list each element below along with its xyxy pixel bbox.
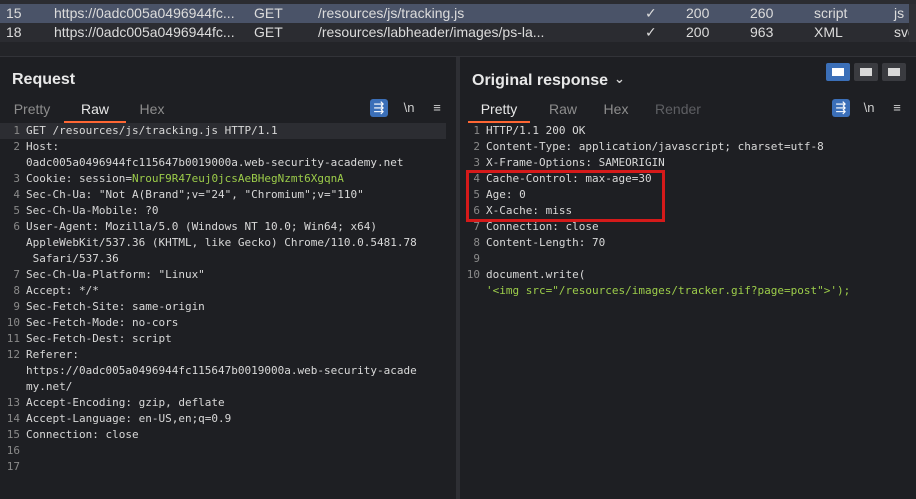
tab-raw[interactable]: Raw [538, 99, 588, 121]
response-title[interactable]: Original response ⌄ [472, 71, 625, 90]
chevron-down-icon[interactable]: ⌄ [614, 71, 625, 87]
tab-hex[interactable]: Hex [594, 99, 638, 121]
row-host: https://0adc005a0496944fc... [54, 5, 235, 21]
newline-toggle-button[interactable]: \n [400, 99, 418, 117]
tab-pretty[interactable]: Pretty [4, 99, 60, 121]
wrap-lines-icon[interactable]: ⇶ [370, 99, 388, 117]
response-pane: Original response ⌄ Pretty Raw Hex Render… [460, 57, 916, 499]
newline-toggle-button[interactable]: \n [860, 99, 878, 117]
row-mime: script [814, 5, 848, 21]
tab-pretty[interactable]: Pretty [468, 99, 530, 123]
http-history-table: 15 https://0adc005a0496944fc... GET /res… [0, 0, 916, 42]
wrap-lines-icon[interactable]: ⇶ [832, 99, 850, 117]
layout-split-icon[interactable] [826, 63, 850, 81]
row-number: 15 [6, 5, 22, 21]
request-editor[interactable]: 1 GET /resources/js/tracking.js HTTP/1.1 … [0, 123, 456, 499]
row-method: GET [254, 5, 283, 21]
tab-raw[interactable]: Raw [64, 99, 126, 123]
menu-icon[interactable]: ≡ [888, 99, 906, 117]
request-pane: Request Pretty Raw Hex ⇶ \n ≡ 1 GET /reso… [0, 57, 456, 499]
row-host: https://0adc005a0496944fc... [54, 24, 235, 40]
request-title: Request [12, 71, 76, 88]
layout-toggle [826, 63, 906, 81]
row-extension: js [894, 5, 905, 21]
row-mime: XML [814, 24, 843, 40]
row-length: 260 [750, 5, 774, 21]
tab-render[interactable]: Render [650, 99, 706, 121]
row-status: 200 [686, 5, 710, 21]
row-number: 18 [6, 24, 22, 40]
layout-horizontal-icon[interactable] [854, 63, 878, 81]
check-icon: ✓ [645, 24, 657, 40]
table-row[interactable]: 15 https://0adc005a0496944fc... GET /res… [0, 4, 916, 23]
code-line: 1 GET /resources/js/tracking.js HTTP/1.1 [0, 123, 446, 139]
pane-divider-horizontal[interactable] [0, 42, 916, 57]
check-icon: ✓ [645, 5, 657, 21]
highlight-box [466, 170, 665, 222]
row-length: 963 [750, 24, 774, 40]
table-row[interactable]: 18 https://0adc005a0496944fc... GET /res… [0, 23, 916, 42]
row-status: 200 [686, 24, 710, 40]
row-url: /resources/labheader/images/ps-la... [318, 24, 545, 40]
tab-hex[interactable]: Hex [130, 99, 174, 121]
table-scrollbar[interactable] [909, 4, 916, 42]
menu-icon[interactable]: ≡ [428, 99, 446, 117]
row-url: /resources/js/tracking.js [318, 5, 465, 21]
layout-vertical-icon[interactable] [882, 63, 906, 81]
session-cookie-value: NrouF9R47euj0jcsAeBHegNzmt6XgqnA [131, 172, 344, 185]
row-method: GET [254, 24, 283, 40]
